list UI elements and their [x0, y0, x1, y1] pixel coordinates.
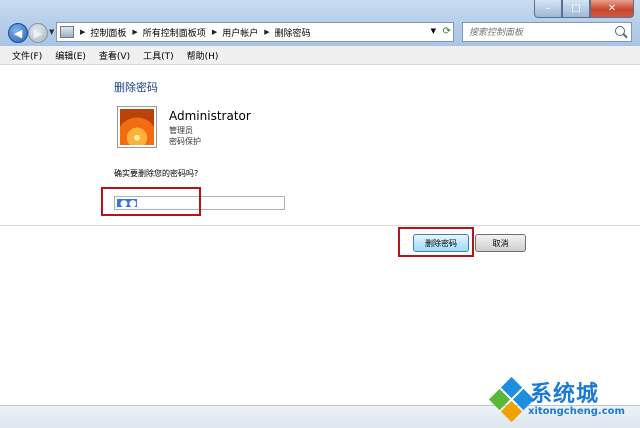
watermark-url: xitongcheng.com [528, 406, 625, 417]
highlight-box-password [101, 187, 201, 216]
refresh-icon[interactable]: ⟳ [443, 26, 451, 37]
close-icon[interactable]: ✕ [590, 0, 634, 18]
divider [0, 225, 640, 226]
minimize-icon[interactable]: – [534, 0, 562, 18]
breadcrumb-item[interactable]: ▶ 控制面板 [80, 26, 126, 39]
user-name: Administrator [169, 109, 251, 123]
page-title: 删除密码 [114, 81, 158, 94]
watermark-logo: 系统城 xitongcheng.com [488, 374, 638, 427]
breadcrumb-label: 所有控制面板项 [142, 28, 206, 39]
breadcrumb-item[interactable]: ▶ 删除密码 [264, 26, 310, 39]
main-content: 删除密码 Administrator 管理员 密码保护 确实要删除您的密码吗? … [0, 65, 640, 405]
menu-tools[interactable]: 工具(T) [142, 49, 175, 62]
flower-picture-icon [120, 109, 154, 145]
password-status: 密码保护 [169, 137, 201, 146]
menu-help[interactable]: 帮助(H) [186, 49, 220, 62]
forward-arrow-icon[interactable]: ▶ [28, 23, 48, 43]
menu-bar: 文件(F) 编辑(E) 查看(V) 工具(T) 帮助(H) [0, 46, 640, 65]
control-panel-icon [60, 26, 74, 38]
history-dropdown-icon[interactable]: ▼ [49, 28, 54, 36]
search-box[interactable] [462, 22, 632, 42]
window-controls: – □ ✕ [534, 0, 634, 18]
maximize-icon[interactable]: □ [562, 0, 590, 18]
confirm-question: 确实要删除您的密码吗? [114, 169, 199, 178]
user-role: 管理员 [169, 126, 193, 135]
search-icon[interactable] [615, 26, 625, 36]
highlight-box-button [398, 227, 474, 257]
breadcrumb-item[interactable]: ▶ 用户帐户 [212, 26, 258, 39]
menu-file[interactable]: 文件(F) [11, 49, 43, 62]
breadcrumb-item[interactable]: ▶ 所有控制面板项 [132, 26, 205, 39]
title-bar: – □ ✕ ◀ ▶ ▼ ▶ 控制面板 ▶ 所有控制面板项 ▶ 用户帐户 ▶ 删除密码 ▼… [0, 0, 640, 46]
search-input[interactable] [463, 23, 611, 42]
back-arrow-icon[interactable]: ◀ [8, 23, 28, 43]
breadcrumb-label: 控制面板 [90, 28, 127, 39]
avatar [117, 106, 157, 148]
menu-view[interactable]: 查看(V) [98, 49, 131, 62]
address-bar[interactable]: ▶ 控制面板 ▶ 所有控制面板项 ▶ 用户帐户 ▶ 删除密码 ▼ ⟳ [56, 22, 454, 42]
cancel-button[interactable]: 取消 [475, 234, 526, 252]
menu-edit[interactable]: 编辑(E) [54, 49, 87, 62]
breadcrumb-label: 用户帐户 [222, 28, 259, 39]
address-dropdown-icon[interactable]: ▼ [431, 27, 436, 35]
breadcrumb-label: 删除密码 [274, 28, 311, 39]
watermark-brand: 系统城 [530, 382, 600, 407]
